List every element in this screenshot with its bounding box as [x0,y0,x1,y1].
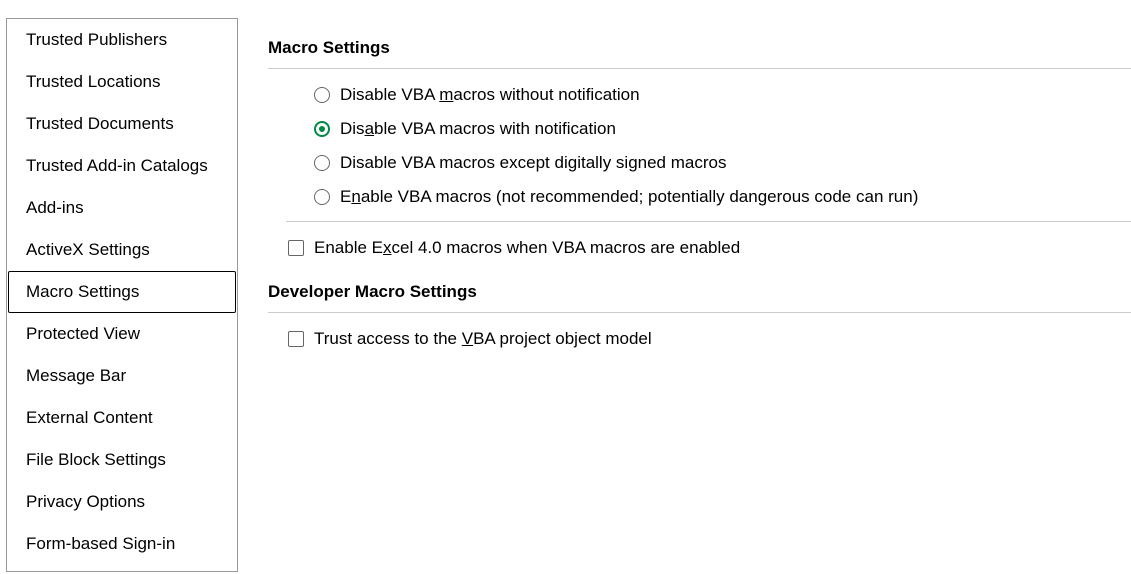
divider [268,68,1131,69]
sidebar-item-trusted-add-in-catalogs[interactable]: Trusted Add-in Catalogs [7,145,237,187]
sidebar-item-add-ins[interactable]: Add-ins [7,187,237,229]
radio-icon [314,121,330,137]
sidebar-item-trusted-publishers[interactable]: Trusted Publishers [7,19,237,61]
macro-radio-option-0[interactable]: Disable VBA macros without notification [314,85,1131,105]
sidebar-item-message-bar[interactable]: Message Bar [7,355,237,397]
macro-radio-option-2[interactable]: Disable VBA macros except digitally sign… [314,153,1131,173]
macro-radio-option-1[interactable]: Disable VBA macros with notification [314,119,1131,139]
radio-label: Disable VBA macros with notification [340,119,616,139]
radio-icon [314,189,330,205]
vba-trust-label: Trust access to the VBA project object m… [314,329,652,349]
radio-label: Disable VBA macros except digitally sign… [340,153,726,173]
radio-label: Disable VBA macros without notification [340,85,640,105]
sidebar-item-external-content[interactable]: External Content [7,397,237,439]
radio-icon [314,155,330,171]
sidebar-item-trusted-locations[interactable]: Trusted Locations [7,61,237,103]
excel4-label: Enable Excel 4.0 macros when VBA macros … [314,238,740,258]
sidebar-item-protected-view[interactable]: Protected View [7,313,237,355]
macro-settings-title: Macro Settings [268,38,1131,58]
checkbox-icon [288,331,304,347]
checkbox-icon [288,240,304,256]
sidebar-item-file-block-settings[interactable]: File Block Settings [7,439,237,481]
radio-label: Enable VBA macros (not recommended; pote… [340,187,918,207]
radio-icon [314,87,330,103]
sidebar-item-form-based-sign-in[interactable]: Form-based Sign-in [7,523,237,565]
macro-radio-group: Disable VBA macros without notification D… [268,85,1131,207]
excel4-checkbox-row[interactable]: Enable Excel 4.0 macros when VBA macros … [268,238,1131,258]
sidebar-item-trusted-documents[interactable]: Trusted Documents [7,103,237,145]
main-content: Macro Settings Disable VBA macros withou… [238,0,1131,574]
divider [286,221,1131,222]
divider [268,312,1131,313]
developer-settings-title: Developer Macro Settings [268,282,1131,302]
sidebar-item-macro-settings[interactable]: Macro Settings [8,271,236,313]
vba-trust-checkbox-row[interactable]: Trust access to the VBA project object m… [268,329,1131,349]
sidebar-item-activex-settings[interactable]: ActiveX Settings [7,229,237,271]
trust-center-sidebar: Trusted PublishersTrusted LocationsTrust… [6,18,238,572]
macro-radio-option-3[interactable]: Enable VBA macros (not recommended; pote… [314,187,1131,207]
sidebar-item-privacy-options[interactable]: Privacy Options [7,481,237,523]
